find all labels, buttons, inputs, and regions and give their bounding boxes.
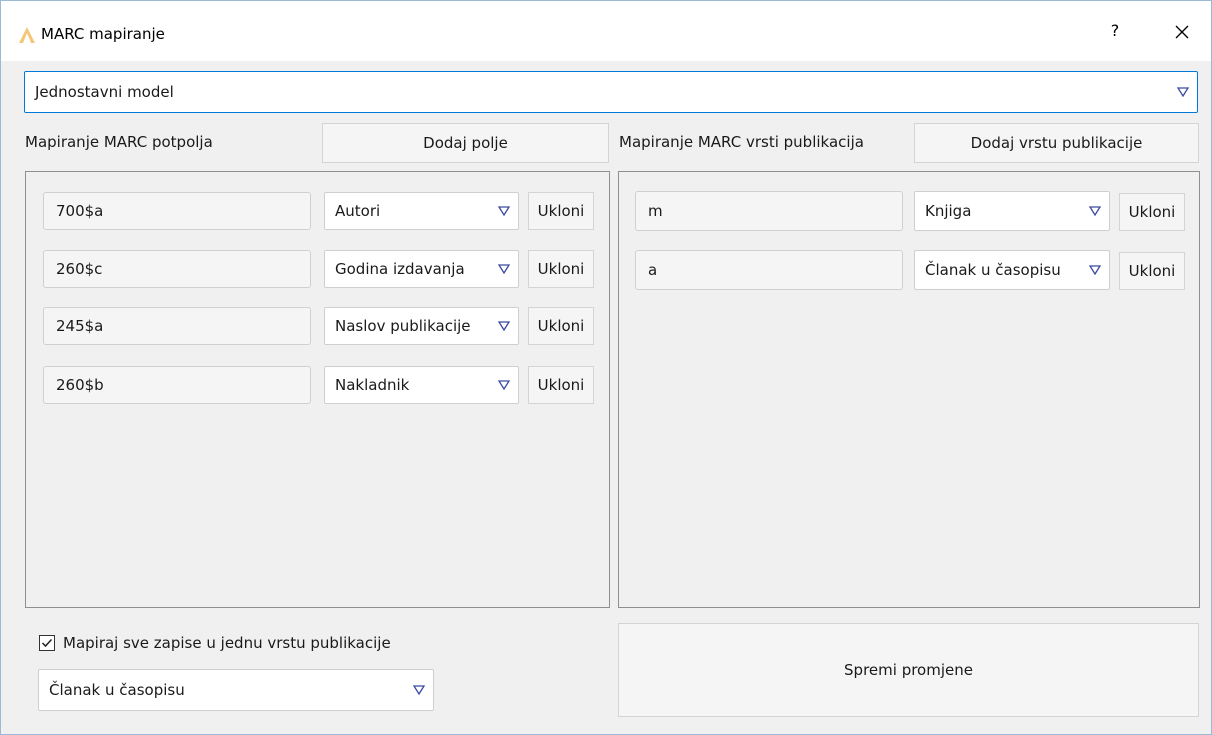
remove-button[interactable]: Ukloni: [528, 307, 594, 345]
map-all-checkbox-label[interactable]: Mapiraj sve zapise u jednu vrstu publika…: [63, 634, 391, 652]
publication-type-select[interactable]: Knjiga: [914, 191, 1110, 231]
add-field-button[interactable]: Dodaj polje: [322, 123, 609, 163]
marc-mapping-dialog: MARC mapiranje ? Jednostavni model Mapir…: [0, 0, 1212, 735]
subfield-mapping-select[interactable]: Godina izdavanja: [324, 250, 519, 288]
single-publication-type-value: Članak u časopisu: [49, 681, 185, 699]
publication-code-value: a: [648, 261, 658, 279]
subfield-mapping-select[interactable]: Autori: [324, 192, 519, 230]
subfield-mapping-select[interactable]: Nakladnik: [324, 366, 519, 404]
publication-code-input[interactable]: a: [635, 250, 903, 290]
title-bar: MARC mapiranje ?: [1, 1, 1211, 61]
mapping-value: Naslov publikacije: [335, 317, 471, 335]
remove-button[interactable]: Ukloni: [528, 192, 594, 230]
subfield-value: 260$b: [56, 376, 104, 394]
triangle-down-icon: [498, 206, 510, 216]
model-select[interactable]: Jednostavni model: [24, 71, 1198, 113]
mapping-value: Godina izdavanja: [335, 260, 465, 278]
subfield-input[interactable]: 260$b: [43, 366, 311, 404]
window-title: MARC mapiranje: [41, 25, 165, 43]
remove-button[interactable]: Ukloni: [1119, 193, 1185, 231]
triangle-down-icon: [1089, 265, 1101, 275]
publication-code-input[interactable]: m: [635, 191, 903, 231]
subfield-mapping-panel: 700$a Autori Ukloni 260$c Godina izdavan…: [25, 171, 610, 608]
subfield-value: 700$a: [56, 202, 104, 220]
help-button[interactable]: ?: [1105, 21, 1125, 45]
left-heading: Mapiranje MARC potpolja: [25, 133, 213, 151]
subfield-mapping-select[interactable]: Naslov publikacije: [324, 307, 519, 345]
subfield-value: 245$a: [56, 317, 104, 335]
triangle-down-icon: [413, 685, 425, 695]
triangle-down-icon: [1177, 87, 1189, 97]
mapping-value: Autori: [335, 202, 381, 220]
app-logo-icon: [19, 27, 35, 43]
single-publication-type-select[interactable]: Članak u časopisu: [38, 669, 434, 711]
checkbox-checked-icon[interactable]: [39, 635, 55, 651]
remove-button[interactable]: Ukloni: [528, 366, 594, 404]
model-select-value: Jednostavni model: [35, 83, 174, 101]
publication-type-value: Knjiga: [925, 202, 972, 220]
triangle-down-icon: [1089, 206, 1101, 216]
publication-type-value: Članak u časopisu: [925, 261, 1061, 279]
publication-type-mapping-panel: m Knjiga Ukloni a Članak u časopisu Uklo…: [618, 171, 1200, 608]
remove-button[interactable]: Ukloni: [1119, 252, 1185, 290]
subfield-input[interactable]: 245$a: [43, 307, 311, 345]
triangle-down-icon: [498, 264, 510, 274]
triangle-down-icon: [498, 380, 510, 390]
subfield-input[interactable]: 700$a: [43, 192, 311, 230]
remove-button[interactable]: Ukloni: [528, 250, 594, 288]
publication-code-value: m: [648, 202, 663, 220]
add-publication-type-button[interactable]: Dodaj vrstu publikacije: [914, 123, 1199, 163]
publication-type-select[interactable]: Članak u časopisu: [914, 250, 1110, 290]
subfield-input[interactable]: 260$c: [43, 250, 311, 288]
subfield-value: 260$c: [56, 260, 103, 278]
mapping-value: Nakladnik: [335, 376, 410, 394]
save-changes-button[interactable]: Spremi promjene: [618, 623, 1199, 717]
triangle-down-icon: [498, 321, 510, 331]
close-icon[interactable]: [1169, 19, 1195, 45]
right-heading: Mapiranje MARC vrsti publikacija: [619, 133, 864, 151]
